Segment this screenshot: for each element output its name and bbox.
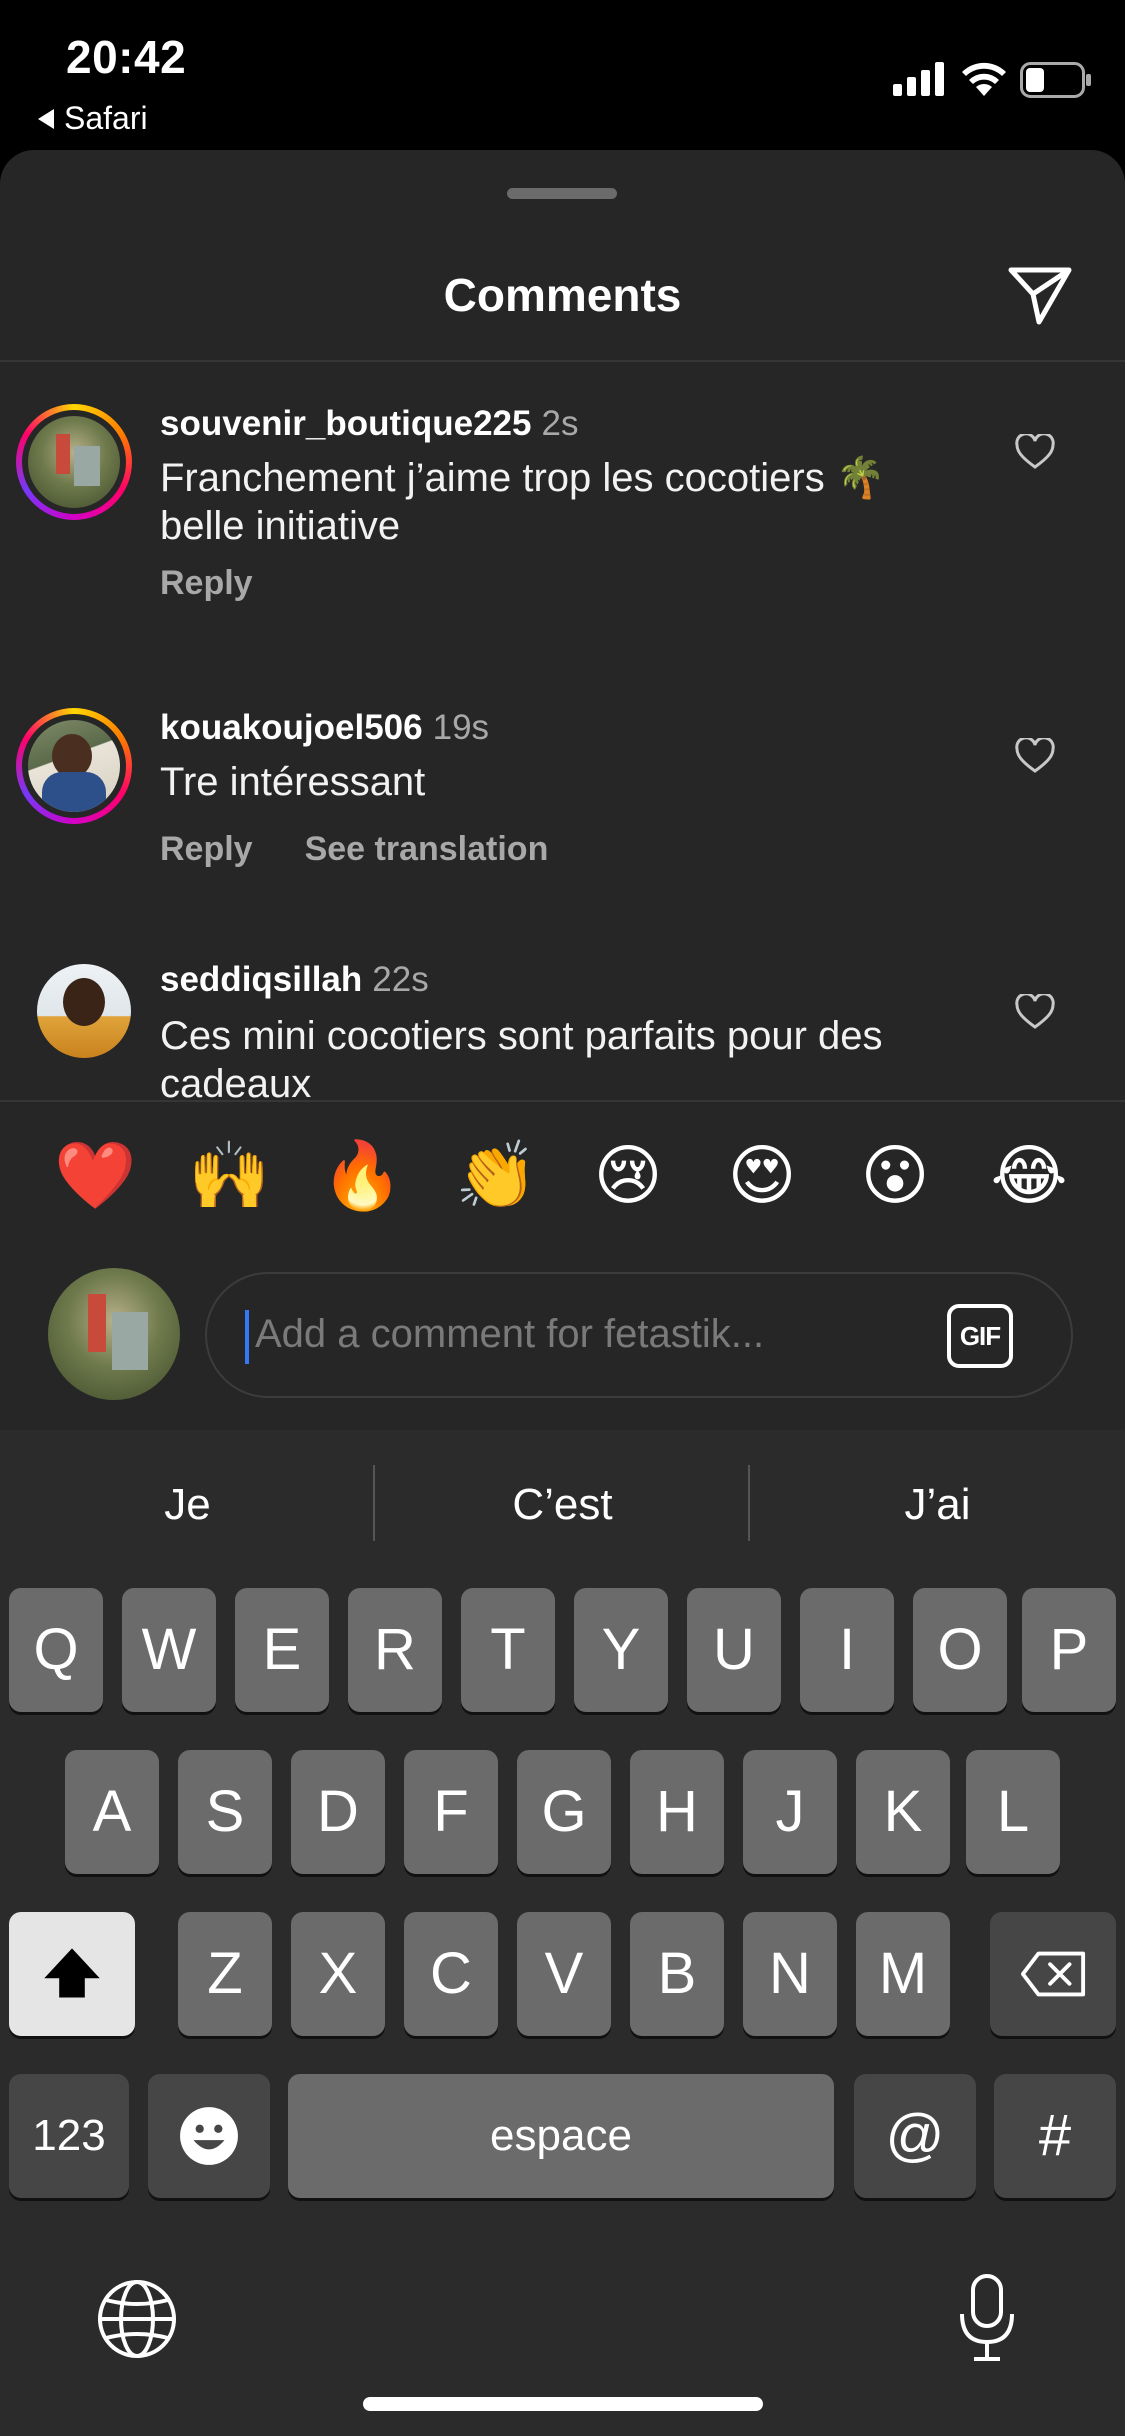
- back-arrow-icon: [38, 108, 54, 129]
- key-r[interactable]: R: [348, 1588, 442, 1712]
- on-screen-keyboard: Je C’est J’ai Q W E R T Y U I O P A S D …: [0, 1430, 1125, 2436]
- key-j[interactable]: J: [743, 1750, 837, 1874]
- comment-actions: Reply: [160, 564, 253, 603]
- emoji-keyboard-key[interactable]: [148, 2074, 270, 2198]
- status-bar: 20:42 Safari: [0, 0, 1125, 150]
- at-key[interactable]: @: [854, 2074, 976, 2198]
- key-d[interactable]: D: [291, 1750, 385, 1874]
- user-avatar[interactable]: [37, 964, 131, 1058]
- key-a[interactable]: A: [65, 1750, 159, 1874]
- key-z[interactable]: Z: [178, 1912, 272, 2036]
- comment-username[interactable]: seddiqsillah 22s: [160, 960, 429, 1000]
- comment-composer: Add a comment for fetastik... GIF: [0, 1240, 1125, 1430]
- key-f[interactable]: F: [404, 1750, 498, 1874]
- comment-text: Franchement j’aime trop les cocotiers 🌴 …: [160, 456, 886, 548]
- share-direct-icon[interactable]: [1005, 258, 1075, 328]
- key-m[interactable]: M: [856, 1912, 950, 2036]
- see-translation-button[interactable]: See translation: [305, 830, 549, 869]
- key-k[interactable]: K: [856, 1750, 950, 1874]
- battery-icon: [1020, 62, 1091, 98]
- comment-username[interactable]: kouakoujoel506 19s: [160, 708, 489, 748]
- comment-time: 22s: [372, 960, 429, 999]
- comment-actions: Reply See translation: [160, 830, 548, 869]
- status-time: 20:42: [66, 31, 187, 83]
- emoji-laughing-button[interactable]: 😂: [989, 1140, 1069, 1210]
- key-w[interactable]: W: [122, 1588, 216, 1712]
- story-ring-avatar[interactable]: [16, 404, 132, 520]
- shift-arrow-icon: [44, 1948, 100, 1998]
- text-caret: [245, 1310, 249, 1364]
- key-c[interactable]: C: [404, 1912, 498, 2036]
- key-p[interactable]: P: [1022, 1588, 1116, 1712]
- cellular-signal-icon: [893, 62, 944, 96]
- like-heart-icon[interactable]: [1015, 738, 1055, 774]
- key-b[interactable]: B: [630, 1912, 724, 2036]
- suggestion-3[interactable]: J’ai: [750, 1430, 1125, 1580]
- hash-key[interactable]: #: [994, 2074, 1116, 2198]
- space-key[interactable]: espace: [288, 2074, 834, 2198]
- like-heart-icon[interactable]: [1015, 434, 1055, 470]
- globe-icon[interactable]: [96, 2278, 178, 2360]
- comment-text: Ces mini cocotiers sont parfaits pour de…: [160, 1014, 883, 1106]
- back-app-label: Safari: [64, 100, 148, 136]
- comment-username[interactable]: souvenir_boutique225 2s: [160, 404, 578, 444]
- reply-button[interactable]: Reply: [160, 830, 253, 869]
- reply-button[interactable]: Reply: [160, 564, 253, 603]
- key-l[interactable]: L: [966, 1750, 1060, 1874]
- story-ring-avatar[interactable]: [16, 708, 132, 824]
- key-g[interactable]: G: [517, 1750, 611, 1874]
- key-e[interactable]: E: [235, 1588, 329, 1712]
- emoji-fire-button[interactable]: 🔥: [321, 1140, 403, 1210]
- suggestion-1[interactable]: Je: [0, 1430, 375, 1580]
- comment-input[interactable]: Add a comment for fetastik... GIF: [205, 1272, 1073, 1398]
- suggestion-2[interactable]: C’est: [375, 1430, 750, 1580]
- shift-key[interactable]: [9, 1912, 135, 2036]
- key-v[interactable]: V: [517, 1912, 611, 2036]
- key-y[interactable]: Y: [574, 1588, 668, 1712]
- key-u[interactable]: U: [687, 1588, 781, 1712]
- key-o[interactable]: O: [913, 1588, 1007, 1712]
- numbers-key[interactable]: 123: [9, 2074, 129, 2198]
- emoji-clapping-button[interactable]: 👏: [455, 1140, 537, 1210]
- home-indicator[interactable]: [363, 2397, 763, 2411]
- key-s[interactable]: S: [178, 1750, 272, 1874]
- smiley-icon: [180, 2107, 238, 2165]
- emoji-raising-hands-button[interactable]: 🙌: [188, 1140, 270, 1210]
- key-i[interactable]: I: [800, 1588, 894, 1712]
- comment-time: 2s: [541, 404, 579, 443]
- emoji-crying-button[interactable]: 😢: [588, 1140, 668, 1210]
- emoji-reaction-bar: ❤️ 🙌 🔥 👏 😢 😍 😮 😂: [0, 1100, 1125, 1242]
- sheet-drag-handle[interactable]: [507, 188, 617, 199]
- key-x[interactable]: X: [291, 1912, 385, 2036]
- key-h[interactable]: H: [630, 1750, 724, 1874]
- back-to-safari-link[interactable]: Safari: [38, 100, 148, 137]
- key-t[interactable]: T: [461, 1588, 555, 1712]
- like-heart-icon[interactable]: [1015, 994, 1055, 1030]
- key-q[interactable]: Q: [9, 1588, 103, 1712]
- gif-button[interactable]: GIF: [947, 1304, 1013, 1368]
- comment-text: Tre intéressant: [160, 760, 426, 804]
- backspace-key[interactable]: [990, 1912, 1116, 2036]
- comment-placeholder: Add a comment for fetastik...: [255, 1312, 765, 1356]
- key-n[interactable]: N: [743, 1912, 837, 2036]
- microphone-icon[interactable]: [956, 2272, 1018, 2364]
- emoji-heart-button[interactable]: ❤️: [54, 1140, 136, 1210]
- header-divider: [0, 360, 1125, 362]
- comment-time: 19s: [432, 708, 490, 747]
- wifi-icon: [962, 62, 1006, 96]
- my-avatar: [48, 1268, 180, 1400]
- sheet-title: Comments: [443, 269, 682, 321]
- emoji-surprised-button[interactable]: 😮: [855, 1140, 935, 1210]
- backspace-icon: [1020, 1951, 1086, 1997]
- emoji-heart-eyes-button[interactable]: 😍: [722, 1140, 802, 1210]
